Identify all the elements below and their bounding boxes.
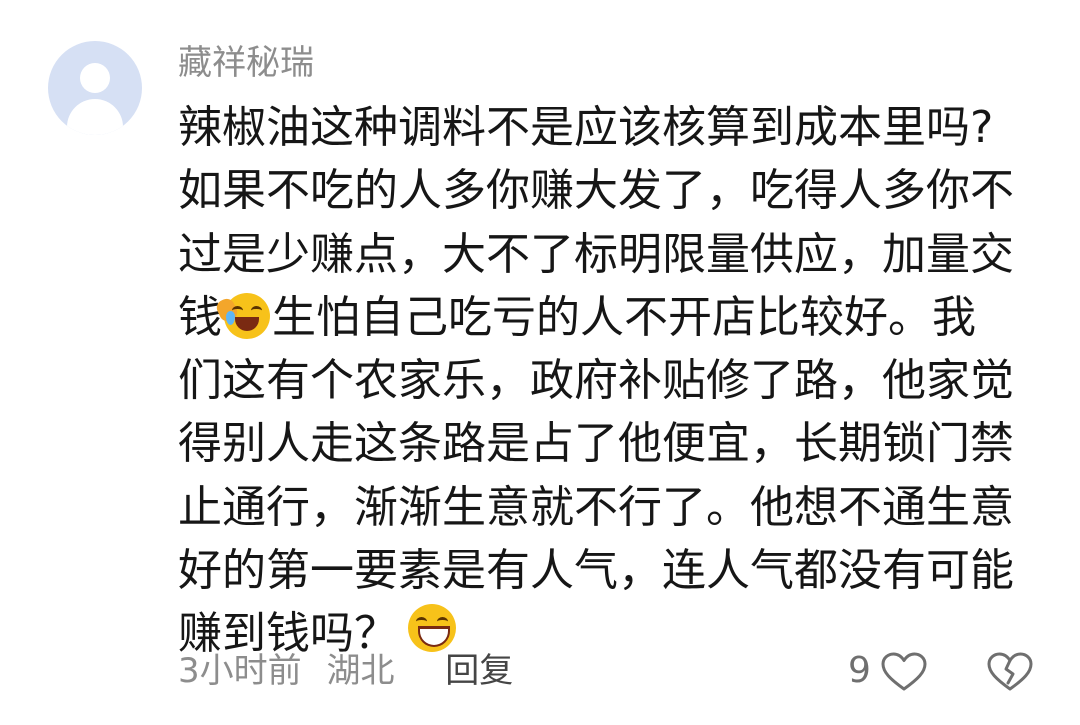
comment-line: 过是少赚点，大不了标明限量供应，加量交 — [178, 228, 1014, 280]
comment-location: 湖北 — [326, 651, 395, 691]
comment-text-segment: 生怕自己吃亏的人不开店比较好。我 — [272, 291, 976, 343]
comment-line: 好的第一要素是有人气，连人气都没有可能 — [178, 545, 1014, 597]
comment-line: 得别人走这条路是占了他便宜，长期锁门禁 — [178, 418, 1014, 470]
comment-actions: 9 — [848, 648, 1038, 694]
comment-line-with-emoji: 钱生怕自己吃亏的人不开店比较好。我 — [178, 286, 1038, 349]
laughing-emoji-icon — [408, 604, 456, 653]
avatar-head-shape — [80, 63, 110, 93]
comment-line: 辣椒油这种调料不是应该核算到成本里吗? — [178, 102, 994, 153]
like-heart-icon[interactable] — [880, 652, 928, 692]
comment-item: 藏祥秘瑞 辣椒油这种调料不是应该核算到成本里吗? 如果不吃的人多你赚大发了，吃得… — [0, 0, 1080, 725]
crying-laughing-emoji-icon — [214, 292, 270, 339]
comment-line: 如果不吃的人多你赚大发了，吃得人多你不 — [178, 165, 1014, 217]
comment-meta: 3小时前 湖北 回复 — [178, 648, 513, 694]
comment-text-segment: 钱 — [178, 291, 222, 343]
reply-button[interactable]: 回复 — [445, 648, 513, 694]
comment-time: 3小时前 — [178, 651, 302, 691]
dislike-broken-heart-icon[interactable] — [986, 652, 1034, 692]
username[interactable]: 藏祥秘瑞 — [178, 40, 314, 86]
like-count: 9 — [848, 650, 871, 691]
comment-body: 辣椒油这种调料不是应该核算到成本里吗? 如果不吃的人多你赚大发了，吃得人多你不 … — [178, 96, 1038, 666]
comment-line: 们这有个农家乐，政府补贴修了路，他家觉 — [178, 355, 1014, 407]
comment-line: 止通行，渐渐生意就不行了。他想不通生意 — [178, 481, 1014, 533]
avatar[interactable] — [48, 41, 142, 135]
avatar-shoulders-shape — [67, 99, 123, 135]
